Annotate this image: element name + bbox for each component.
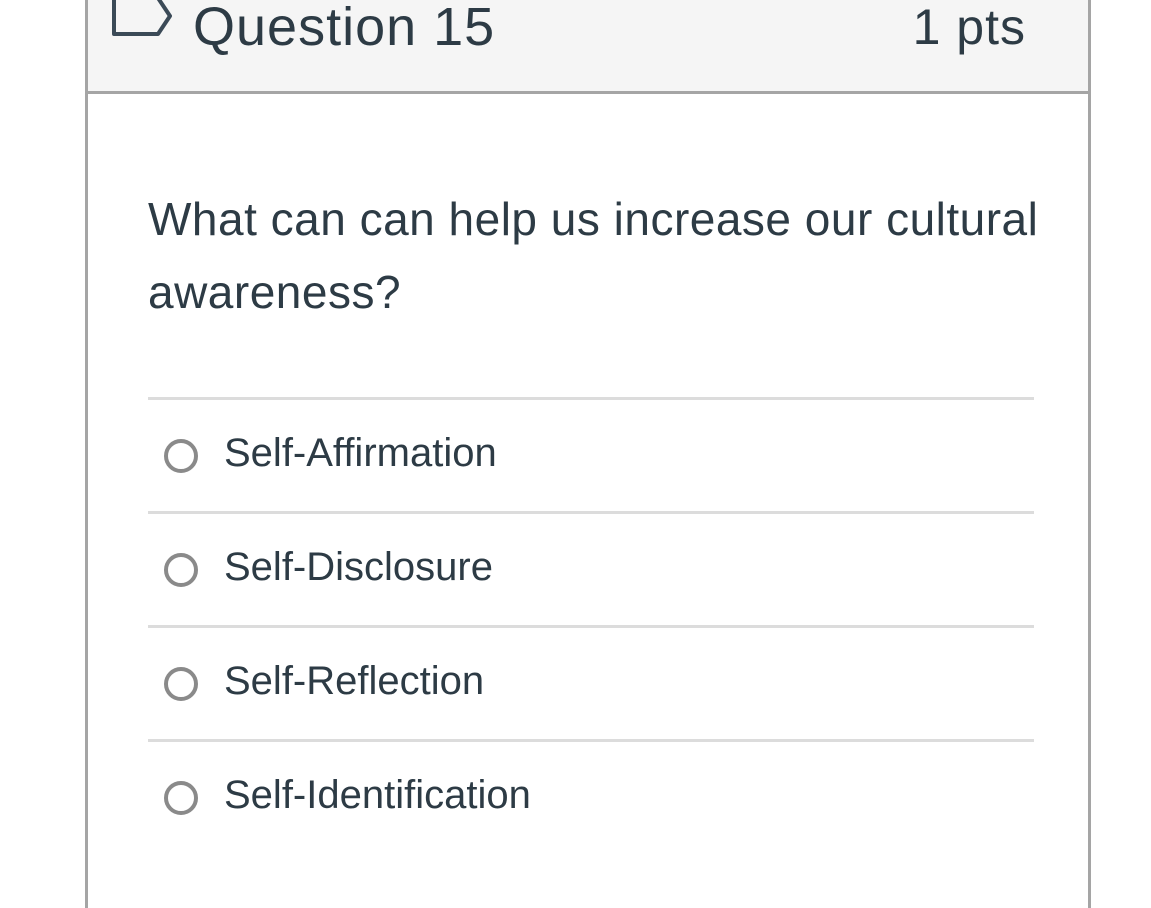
answer-option[interactable]: Self-Disclosure — [148, 511, 1034, 625]
answer-option[interactable]: Self-Affirmation — [148, 397, 1034, 511]
question-title: Question 15 — [193, 0, 496, 57]
radio-button[interactable] — [164, 781, 198, 815]
answer-option[interactable]: Self-Reflection — [148, 625, 1034, 739]
flag-question-icon[interactable] — [110, 0, 174, 40]
radio-button[interactable] — [164, 439, 198, 473]
radio-button[interactable] — [164, 553, 198, 587]
question-header: Question 15 1 pts — [88, 0, 1088, 94]
answer-label[interactable]: Self-Reflection — [224, 657, 484, 705]
question-card: Question 15 1 pts What can can help us i… — [85, 0, 1091, 908]
radio-button[interactable] — [164, 667, 198, 701]
answer-label[interactable]: Self-Affirmation — [224, 429, 497, 477]
question-points: 1 pts — [912, 0, 1026, 55]
answer-label[interactable]: Self-Identification — [224, 771, 531, 819]
answer-option[interactable]: Self-Identification — [148, 739, 1034, 853]
question-text: What can can help us increase our cultur… — [148, 193, 1039, 318]
answer-list: Self-Affirmation Self-Disclosure Self-Re… — [148, 397, 1034, 853]
answer-label[interactable]: Self-Disclosure — [224, 543, 493, 591]
